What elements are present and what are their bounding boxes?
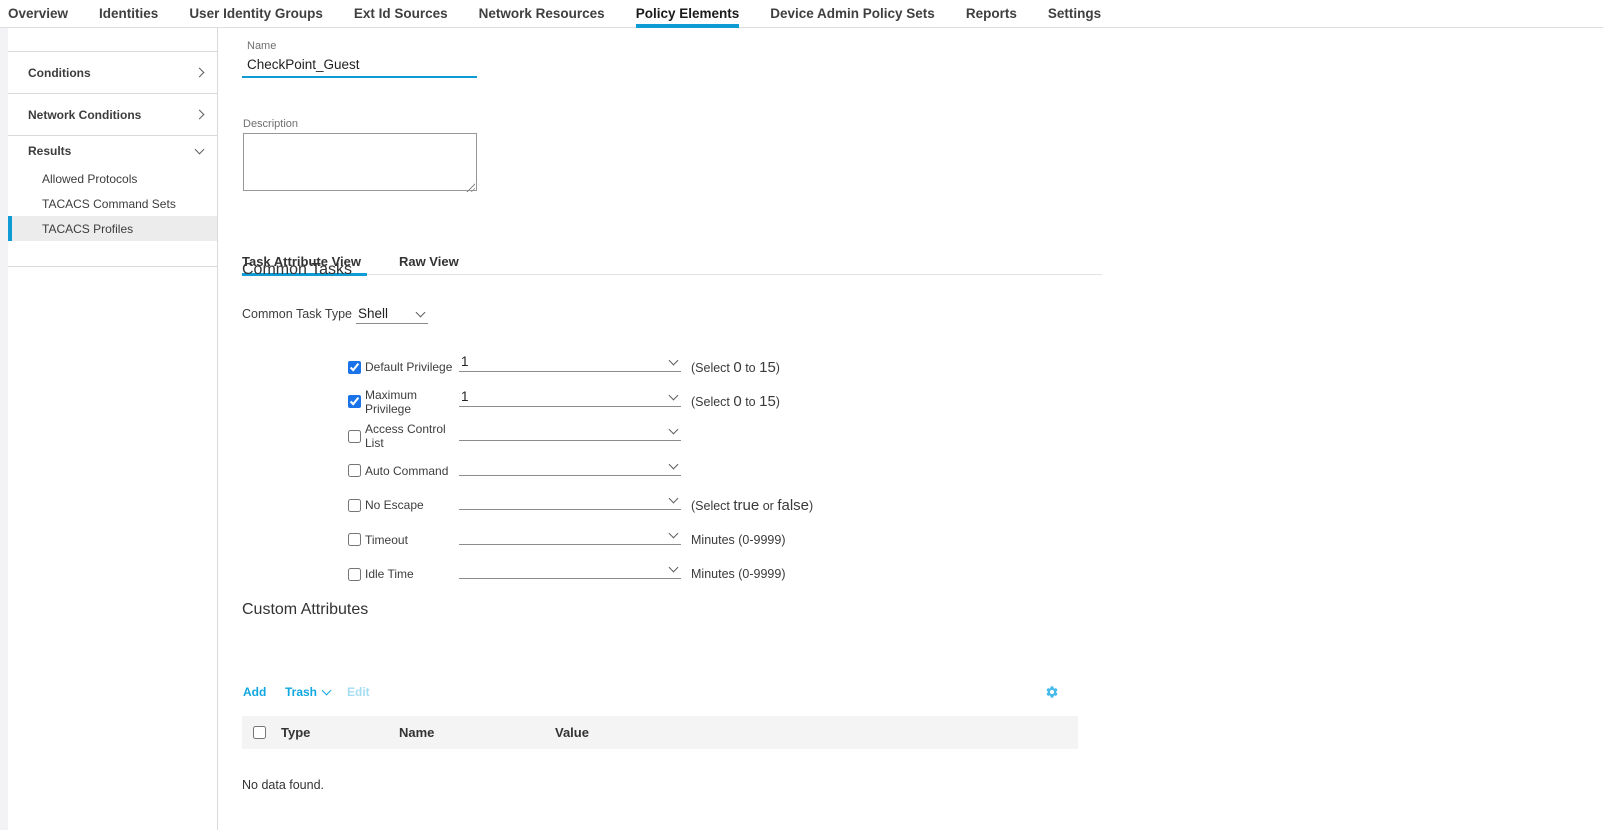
common-task-type-select[interactable]: Shell — [356, 304, 428, 324]
maximum-privilege-checkbox[interactable] — [348, 395, 361, 408]
chevron-down-icon — [669, 528, 679, 538]
add-button[interactable]: Add — [243, 685, 266, 699]
timeout-checkbox[interactable] — [348, 533, 361, 546]
nav-item-ext-id-sources[interactable]: Ext Id Sources — [354, 0, 448, 27]
trash-button-label: Trash — [285, 685, 317, 699]
name-label: Name — [242, 40, 477, 52]
task-hint: Minutes (0-9999) — [691, 567, 786, 581]
nav-item-policy-elements[interactable]: Policy Elements — [636, 0, 740, 27]
task-label: Maximum Privilege — [365, 388, 459, 416]
timeout-select[interactable] — [459, 525, 681, 545]
auto-command-select[interactable] — [459, 456, 681, 476]
trash-button[interactable]: Trash — [285, 685, 330, 699]
chevron-right-icon — [195, 110, 205, 120]
sidebar-item-tacacs-profiles[interactable]: TACACS Profiles — [8, 216, 217, 241]
sidebar-section-label: Conditions — [28, 66, 91, 80]
chevron-down-icon — [669, 494, 679, 504]
task-row-auto-command: Auto Command — [242, 454, 1102, 489]
common-task-type-label: Common Task Type — [242, 307, 356, 324]
empty-table-message: No data found. — [242, 778, 324, 792]
access-control-list-checkbox[interactable] — [348, 430, 361, 443]
task-row-maximum-privilege: Maximum Privilege1 (Select 0 to 15) — [242, 385, 1102, 420]
select-all-checkbox[interactable] — [253, 726, 266, 739]
nav-item-user-identity-groups[interactable]: User Identity Groups — [189, 0, 323, 27]
sidebar-section: Network Conditions — [8, 93, 217, 135]
table-header-row: TypeNameValue — [242, 716, 1078, 749]
nav-item-network-resources[interactable]: Network Resources — [479, 0, 605, 27]
name-field: Name — [242, 40, 477, 78]
task-hint: (Select 0 to 15) — [691, 393, 780, 410]
tab-raw-view[interactable]: Raw View — [399, 255, 461, 274]
access-control-list-select[interactable] — [459, 421, 681, 441]
idle-time-select[interactable] — [459, 559, 681, 579]
task-row-no-escape: No Escape (Select true or false) — [242, 488, 1102, 523]
common-tasks-list: Default Privilege1(Select 0 to 15)Maximu… — [242, 350, 1102, 592]
task-hint: (Select 0 to 15) — [691, 359, 780, 376]
idle-time-checkbox[interactable] — [348, 568, 361, 581]
task-row-default-privilege: Default Privilege1 (Select 0 to 15) — [242, 350, 1102, 385]
description-label: Description — [243, 118, 477, 130]
sidebar-section-label: Network Conditions — [28, 108, 141, 122]
sidebar-section-conditions[interactable]: Conditions — [8, 52, 217, 93]
chevron-right-icon — [195, 68, 205, 78]
task-row-timeout: Timeout Minutes (0-9999) — [242, 523, 1102, 558]
custom-attributes-toolbar: Add Trash Edit — [242, 685, 1102, 705]
sidebar-section-label: Results — [28, 144, 71, 158]
chevron-down-icon — [195, 144, 205, 154]
sidebar-item-allowed-protocols[interactable]: Allowed Protocols — [8, 166, 217, 191]
name-input[interactable] — [242, 55, 477, 78]
sidebar-spacer — [8, 28, 217, 51]
column-header-value: Value — [555, 725, 1078, 740]
sidebar-section: Results Allowed ProtocolsTACACS Command S… — [8, 135, 217, 267]
default-privilege-checkbox[interactable] — [348, 361, 361, 374]
no-escape-checkbox[interactable] — [348, 499, 361, 512]
chevron-down-icon — [322, 685, 332, 695]
chevron-down-icon — [669, 563, 679, 573]
task-row-access-control-list: Access Control List — [242, 419, 1102, 454]
maximum-privilege-select[interactable]: 1 — [459, 387, 681, 407]
custom-attributes-heading: Custom Attributes — [242, 601, 368, 619]
column-header-type: Type — [281, 725, 399, 740]
select-value: 1 — [459, 352, 681, 372]
auto-command-checkbox[interactable] — [348, 464, 361, 477]
no-escape-select[interactable] — [459, 490, 681, 510]
nav-item-device-admin-policy-sets[interactable]: Device Admin Policy Sets — [770, 0, 935, 27]
task-hint: Minutes (0-9999) — [691, 533, 786, 547]
task-label: No Escape — [365, 498, 459, 512]
nav-item-overview[interactable]: Overview — [8, 0, 68, 27]
task-label: Timeout — [365, 533, 459, 547]
sidebar-item-tacacs-command-sets[interactable]: TACACS Command Sets — [8, 191, 217, 216]
edit-button[interactable]: Edit — [347, 685, 370, 699]
default-privilege-select[interactable]: 1 — [459, 352, 681, 372]
sidebar-section-network-conditions[interactable]: Network Conditions — [8, 94, 217, 135]
nav-item-reports[interactable]: Reports — [966, 0, 1017, 27]
task-label: Auto Command — [365, 464, 459, 478]
common-task-type-row: Common Task Type Shell — [242, 304, 428, 324]
top-nav: Overview Identities User Identity Groups Ex… — [0, 0, 1603, 28]
sidebar-section-results[interactable]: Results — [8, 136, 217, 166]
sidebar-section: Conditions — [8, 51, 217, 93]
column-header-name: Name — [399, 725, 555, 740]
sidebar: Conditions Network Conditions Results Allow… — [8, 28, 218, 830]
description-field: Description — [243, 118, 477, 196]
custom-attributes-table: TypeNameValue — [242, 716, 1078, 749]
left-gutter — [0, 28, 8, 830]
chevron-down-icon — [669, 425, 679, 435]
common-tasks-heading: Common Tasks — [242, 261, 352, 279]
task-label: Access Control List — [365, 422, 459, 450]
view-tabs: Task Attribute ViewRaw View — [242, 255, 1102, 275]
nav-item-settings[interactable]: Settings — [1048, 0, 1101, 27]
task-label: Default Privilege — [365, 360, 459, 374]
description-textarea[interactable] — [243, 133, 477, 191]
task-row-idle-time: Idle Time Minutes (0-9999) — [242, 557, 1102, 592]
nav-item-identities[interactable]: Identities — [99, 0, 158, 27]
chevron-down-icon — [669, 459, 679, 469]
task-label: Idle Time — [365, 567, 459, 581]
settings-gear-icon[interactable] — [1045, 685, 1059, 699]
main-content: Name Description Task Attribute ViewRaw … — [242, 28, 1122, 830]
select-value: 1 — [459, 387, 681, 407]
task-hint: (Select true or false) — [691, 497, 813, 514]
